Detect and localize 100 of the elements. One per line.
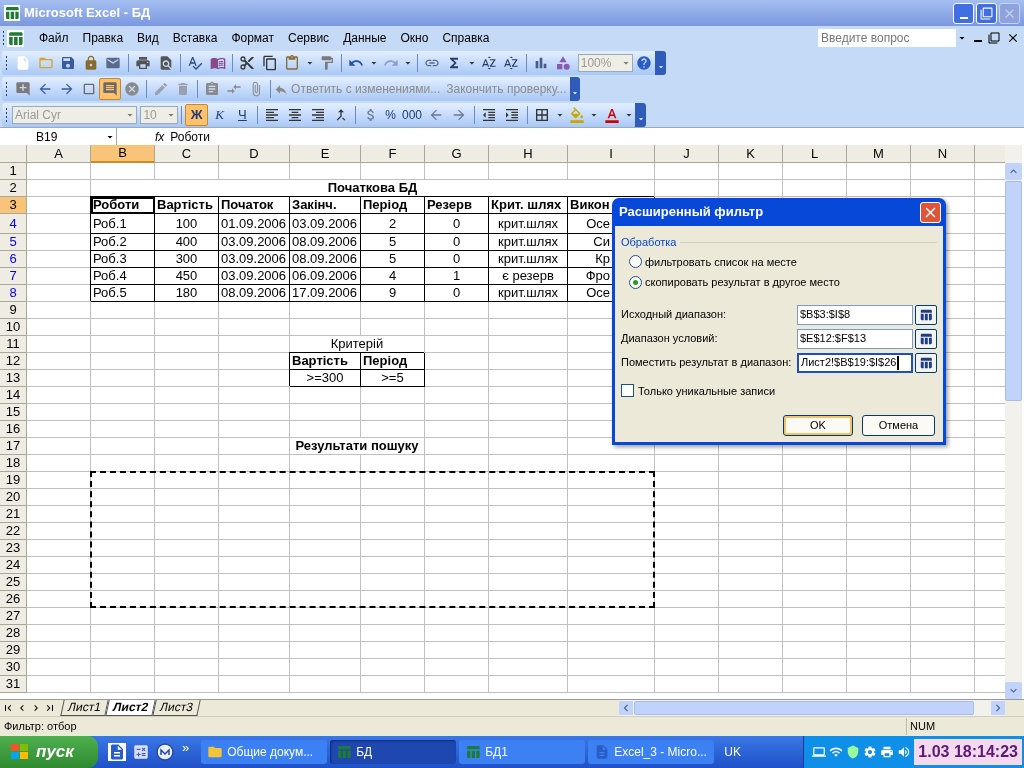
table-cell[interactable]: крит.шлях	[489, 285, 568, 302]
row-header[interactable]: 18	[0, 455, 27, 472]
row-header[interactable]: 1	[0, 163, 27, 180]
column-header[interactable]: L	[783, 145, 847, 163]
menu-item[interactable]: Окно	[393, 29, 436, 47]
table-cell[interactable]: 17.09.2006	[290, 285, 361, 302]
help-search-field[interactable]: Введите вопрос	[818, 29, 968, 47]
table-cell[interactable]: 4	[361, 268, 425, 285]
range-field[interactable]: $E$12:$F$13	[797, 328, 913, 349]
taskbar-button[interactable]: Excel_3 - Micro...	[588, 740, 715, 764]
table-cell[interactable]: 08.09.2006	[290, 251, 361, 268]
row-header[interactable]: 27	[0, 608, 27, 625]
row-header[interactable]: 2	[0, 180, 27, 197]
table-cell[interactable]: 400	[155, 234, 219, 251]
table-cell[interactable]: Початкова БД	[91, 180, 655, 197]
table-cell[interactable]: крит.шлях	[489, 214, 568, 234]
formula-field[interactable]: Роботи	[170, 127, 1024, 146]
table-cell[interactable]: 1	[425, 268, 489, 285]
table-cell[interactable]: 0	[425, 234, 489, 251]
row-header[interactable]: 6	[0, 251, 27, 268]
table-cell[interactable]: Роб.4	[91, 268, 155, 285]
taskbar-button[interactable]: БД1	[459, 740, 586, 764]
row-header[interactable]: 29	[0, 642, 27, 659]
row-header[interactable]: 25	[0, 574, 27, 591]
table-cell[interactable]: 06.09.2006	[290, 268, 361, 285]
column-header[interactable]: M	[847, 145, 911, 163]
table-cell[interactable]: 180	[155, 285, 219, 302]
table-cell[interactable]: 0	[425, 251, 489, 268]
table-cell[interactable]: Крит. шлях	[489, 197, 568, 214]
menu-item[interactable]: Файл	[32, 29, 76, 47]
taskbar-button[interactable]: Общие докум...	[201, 740, 328, 764]
menu-item[interactable]: Формат	[224, 29, 282, 47]
row-header[interactable]: 9	[0, 302, 27, 319]
table-cell[interactable]: >=300	[290, 370, 361, 387]
row-header[interactable]: 8	[0, 285, 27, 302]
row-header[interactable]: 15	[0, 404, 27, 421]
column-header[interactable]: K	[719, 145, 783, 163]
clock[interactable]: 1.03 18:14:23	[914, 739, 1022, 765]
column-header[interactable]: N	[911, 145, 975, 163]
number-format-button[interactable]: %	[382, 103, 399, 126]
range-field[interactable]: Лист2!$B$19:$I$26	[797, 352, 913, 373]
row-header[interactable]: 7	[0, 268, 27, 285]
row-header[interactable]: 10	[0, 319, 27, 336]
row-header[interactable]: 14	[0, 387, 27, 404]
table-cell[interactable]: 2	[361, 214, 425, 234]
row-header[interactable]: 30	[0, 659, 27, 676]
table-cell[interactable]: Роботи	[91, 197, 155, 214]
row-header[interactable]: 21	[0, 506, 27, 523]
dialog-button[interactable]: OK	[783, 415, 853, 436]
sheet-tab[interactable]: Лист1	[60, 699, 109, 716]
row-header[interactable]: 26	[0, 591, 27, 608]
table-cell[interactable]: 9	[361, 285, 425, 302]
column-header[interactable]: B	[91, 145, 155, 163]
table-cell[interactable]: 03.09.2006	[219, 234, 290, 251]
menu-item[interactable]: Вид	[130, 29, 166, 47]
table-cell[interactable]: 5	[361, 251, 425, 268]
table-cell[interactable]: крит.шлях	[489, 251, 568, 268]
menu-item[interactable]: Данные	[336, 29, 394, 47]
row-header[interactable]: 17	[0, 438, 27, 455]
function-label[interactable]: fx	[155, 127, 165, 146]
table-cell[interactable]: Роб.2	[91, 234, 155, 251]
table-cell[interactable]: 5	[361, 234, 425, 251]
table-cell[interactable]: Роб.5	[91, 285, 155, 302]
table-cell[interactable]: Роб.1	[91, 214, 155, 234]
table-cell[interactable]: 01.09.2006	[219, 214, 290, 234]
table-cell[interactable]: 300	[155, 251, 219, 268]
table-cell[interactable]: >=5	[361, 370, 425, 387]
column-header[interactable]: F	[361, 145, 425, 163]
table-cell[interactable]: Вартість	[290, 353, 361, 370]
dialog-button[interactable]: Отмена	[862, 415, 935, 436]
row-header[interactable]: 31	[0, 676, 27, 693]
column-header[interactable]: I	[568, 145, 655, 163]
table-cell[interactable]: 08.09.2006	[219, 285, 290, 302]
table-cell[interactable]: 0	[425, 214, 489, 234]
table-cell[interactable]: є резерв	[489, 268, 568, 285]
column-header[interactable]: G	[425, 145, 489, 163]
row-header[interactable]: 20	[0, 489, 27, 506]
menu-item[interactable]: Сервис	[281, 29, 337, 47]
row-header[interactable]: 12	[0, 353, 27, 370]
menu-item[interactable]: Правка	[75, 29, 131, 47]
row-header[interactable]: 4	[0, 214, 27, 234]
number-format-button[interactable]: 000	[399, 103, 426, 126]
table-cell[interactable]: 08.09.2006	[290, 234, 361, 251]
table-cell[interactable]: 450	[155, 268, 219, 285]
column-header[interactable]: A	[27, 145, 91, 163]
row-header[interactable]: 22	[0, 523, 27, 540]
taskbar-button[interactable]: БД	[330, 740, 457, 764]
table-cell[interactable]: Резерв	[425, 197, 489, 214]
table-cell[interactable]: Критерій	[290, 336, 425, 353]
table-cell[interactable]: Результати пошуку	[290, 438, 425, 455]
more-button[interactable]: »	[182, 738, 190, 758]
column-header[interactable]: J	[655, 145, 719, 163]
table-cell[interactable]: Закінч.	[290, 197, 361, 214]
row-header[interactable]: 19	[0, 472, 27, 489]
table-cell[interactable]: 0	[425, 285, 489, 302]
table-cell[interactable]: Період	[361, 197, 425, 214]
table-cell[interactable]: крит.шлях	[489, 234, 568, 251]
table-cell[interactable]: Початок	[219, 197, 290, 214]
column-header[interactable]: H	[489, 145, 568, 163]
column-header[interactable]: E	[290, 145, 361, 163]
